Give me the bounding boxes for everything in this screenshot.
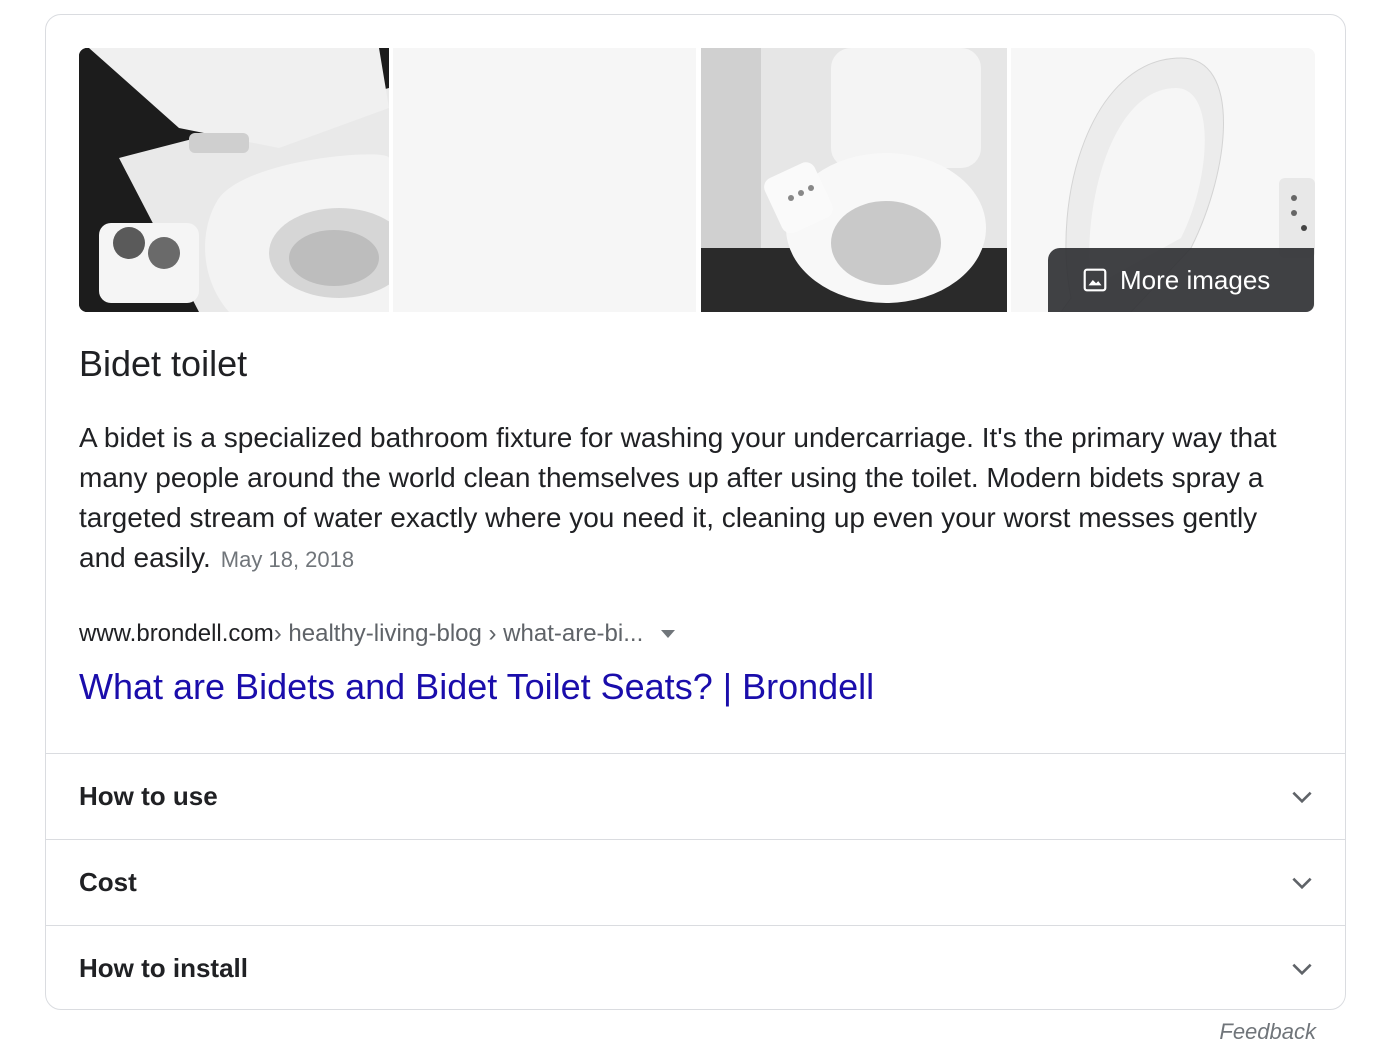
accordion-item-cost[interactable]: Cost: [46, 839, 1345, 925]
accordion-item-how-to-use[interactable]: How to use: [46, 753, 1345, 839]
accordion-item-label: How to install: [79, 953, 248, 983]
bidet-seat-bathroom-image[interactable]: [701, 48, 1007, 312]
accordion-item-label: How to use: [79, 781, 218, 811]
bidet-attachment-image[interactable]: [79, 48, 389, 312]
result-link[interactable]: What are Bidets and Bidet Toilet Seats? …: [79, 666, 874, 708]
source-domain: www.brondell.com: [79, 620, 274, 647]
image-icon: [1083, 268, 1107, 292]
chevron-down-icon: [1292, 963, 1312, 975]
placeholder-image[interactable]: [393, 48, 696, 312]
chevron-down-icon: [1292, 877, 1312, 889]
caret-down-icon[interactable]: [661, 630, 676, 638]
accordion-item-label: Cost: [79, 867, 137, 897]
source-path: › healthy-living-blog › what-are-bi...: [273, 620, 644, 647]
source-breadcrumb: www.brondell.com › healthy-living-blog ›…: [79, 620, 676, 648]
panel-title: Bidet toilet: [79, 343, 248, 384]
accordion: How to use Cost How to install: [46, 753, 1345, 1009]
feedback-link[interactable]: Feedback: [1219, 1019, 1316, 1045]
snippet-description: A bidet is a specialized bathroom fixtur…: [79, 418, 1289, 580]
snippet-date: May 18, 2018: [220, 547, 355, 572]
accordion-item-how-to-install[interactable]: How to install: [46, 925, 1345, 1009]
more-images-label: More images: [1120, 264, 1271, 295]
chevron-down-icon: [1292, 791, 1312, 803]
featured-snippet-card: More images Bidet toilet A bidet is a sp…: [45, 14, 1346, 1010]
more-images-button[interactable]: More images: [1048, 248, 1314, 312]
